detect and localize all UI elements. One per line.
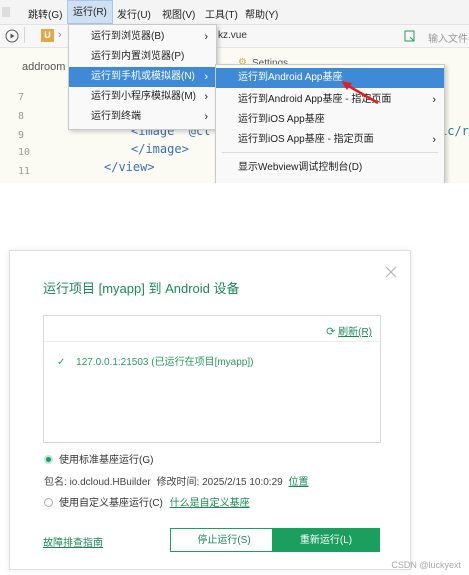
radio-standard-base[interactable]: 使用标准基座运行(G) [44, 451, 153, 466]
location-link[interactable]: 位置 [289, 477, 309, 488]
search-file-icon[interactable] [404, 30, 416, 42]
menu-item-label: 运行到iOS App基座 [238, 114, 325, 125]
menu-item-label: 运行到浏览器(B) [91, 31, 165, 42]
menu-bar: 跳转(G) 运行(R) 发行(U) 视图(V) 工具(T) 帮助(Y) [0, 0, 469, 25]
modified-prefix: 修改时间: [156, 477, 200, 488]
menu-item-label: 运行到手机或模拟器(N) [91, 71, 195, 82]
package-prefix: 包名: [44, 477, 67, 488]
stop-button[interactable]: 停止运行(S) [170, 528, 278, 552]
menu-item-label: 运行到内置浏览器(P) [91, 51, 185, 62]
device-row[interactable]: ✓ 127.0.0.1:21503 (已运行在项目[myapp]) [57, 353, 253, 368]
menu-item-android-base[interactable]: 运行到Android App基座 [216, 68, 444, 88]
radio-label: 使用标准基座运行(G) [59, 455, 154, 466]
device-submenu: 运行到Android App基座 运行到Android App基座 - 指定页面… [215, 64, 445, 183]
editor-window: 跳转(G) 运行(R) 发行(U) 视图(V) 工具(T) 帮助(Y) U › … [0, 0, 469, 183]
file-search-input[interactable]: 输入文件名 [428, 30, 469, 45]
line-number: 7 [18, 92, 25, 103]
dialog-title: 运行项目 [myapp] 到 Android 设备 [43, 281, 240, 296]
menu-item-run-device[interactable]: 运行到手机或模拟器(N) › [69, 67, 216, 87]
panel-divider [44, 341, 380, 342]
menu-goto[interactable]: 跳转(G) [28, 6, 62, 21]
line-number: 8 [18, 111, 25, 122]
menu-separator [222, 152, 438, 153]
toolbar-divider [24, 27, 25, 43]
run-menu: 运行到浏览器(B) › 运行到内置浏览器(P) 运行到手机或模拟器(N) › 运… [68, 24, 217, 130]
submenu-arrow-icon: › [204, 91, 208, 103]
menu-item-run-terminal[interactable]: 运行到终端 › [69, 107, 216, 127]
run-icon[interactable] [5, 29, 19, 43]
line-number: 9 [18, 130, 25, 141]
menu-item-label: 运行到终端 [91, 111, 141, 122]
menu-item-run-builtin-browser[interactable]: 运行到内置浏览器(P) [69, 47, 216, 67]
line-number: 10 [18, 147, 31, 158]
modified-time: 2025/2/15 10:0:29 [202, 477, 283, 488]
submenu-arrow-icon: › [432, 134, 436, 146]
radio-unselected-icon [44, 498, 53, 507]
menu-item-ios-base-page[interactable]: 运行到iOS App基座 - 指定页面 › [216, 130, 444, 150]
check-icon: ✓ [57, 357, 66, 368]
menu-publish[interactable]: 发行(U) [117, 6, 151, 21]
close-icon[interactable] [384, 265, 398, 279]
refresh-button[interactable]: ⟳ 刷新(R) [326, 323, 372, 338]
menu-item-android-base-page[interactable]: 运行到Android App基座 - 指定页面 › [216, 90, 444, 110]
menu-item-label: 运行到小程序模拟器(M) [91, 91, 196, 102]
menu-item-webview-console[interactable]: 显示Webview调试控制台(D) [216, 158, 444, 178]
menu-cut-edge [2, 7, 10, 17]
code-line[interactable]: </view> [104, 160, 155, 174]
menu-item-label: 运行到iOS App基座 - 指定页面 [238, 134, 374, 145]
line-number: 11 [18, 166, 31, 177]
package-name: io.dcloud.HBuilder [69, 477, 151, 488]
radio-label: 使用自定义基座运行(C) [59, 498, 163, 509]
menu-item-label: 显示Webview调试控制台(D) [238, 162, 363, 173]
menu-run[interactable]: 运行(R) [67, 0, 113, 24]
menu-item-ios-base[interactable]: 运行到iOS App基座 [216, 110, 444, 130]
submenu-arrow-icon: › [204, 111, 208, 123]
watermark: CSDN @luckyext [391, 560, 461, 570]
breadcrumb-chevron-icon: › [58, 29, 62, 41]
device-list-panel: ⟳ 刷新(R) ✓ 127.0.0.1:21503 (已运行在项目[myapp]… [43, 315, 381, 443]
menu-item-run-browser[interactable]: 运行到浏览器(B) › [69, 27, 216, 47]
menu-help[interactable]: 帮助(Y) [245, 6, 278, 21]
troubleshoot-link[interactable]: 故障排查指南 [43, 534, 103, 549]
device-label: 127.0.0.1:21503 (已运行在项目[myapp]) [76, 357, 254, 368]
run-dialog: 运行项目 [myapp] 到 Android 设备 ⟳ 刷新(R) ✓ 127.… [9, 250, 411, 570]
menu-view[interactable]: 视图(V) [162, 6, 195, 21]
menu-item-label: 运行到Android App基座 [238, 72, 343, 83]
breadcrumb-root[interactable]: addroom [22, 61, 65, 73]
code-line[interactable]: </image> [131, 142, 189, 156]
submenu-arrow-icon: › [204, 71, 208, 83]
annotation-arrow-icon [341, 81, 379, 105]
refresh-icon: ⟳ [326, 326, 336, 338]
submenu-arrow-icon: › [204, 31, 208, 43]
uniapp-icon[interactable]: U [41, 29, 54, 42]
radio-selected-icon [44, 455, 53, 464]
menu-item-run-miniprogram[interactable]: 运行到小程序模拟器(M) › [69, 87, 216, 107]
submenu-arrow-icon: › [432, 94, 436, 106]
line-number-gutter: 7 8 9 10 11 [0, 84, 46, 183]
restart-button[interactable]: 重新运行(L) [272, 528, 380, 552]
file-tab-label[interactable]: kz.vue [218, 30, 247, 41]
refresh-label: 刷新(R) [338, 327, 372, 338]
package-info: 包名: io.dcloud.HBuilder 修改时间: 2025/2/15 1… [44, 473, 309, 488]
radio-custom-base[interactable]: 使用自定义基座运行(C) 什么是自定义基座 [44, 494, 250, 509]
custom-base-help-link[interactable]: 什么是自定义基座 [170, 498, 250, 509]
menu-tools[interactable]: 工具(T) [205, 6, 238, 21]
